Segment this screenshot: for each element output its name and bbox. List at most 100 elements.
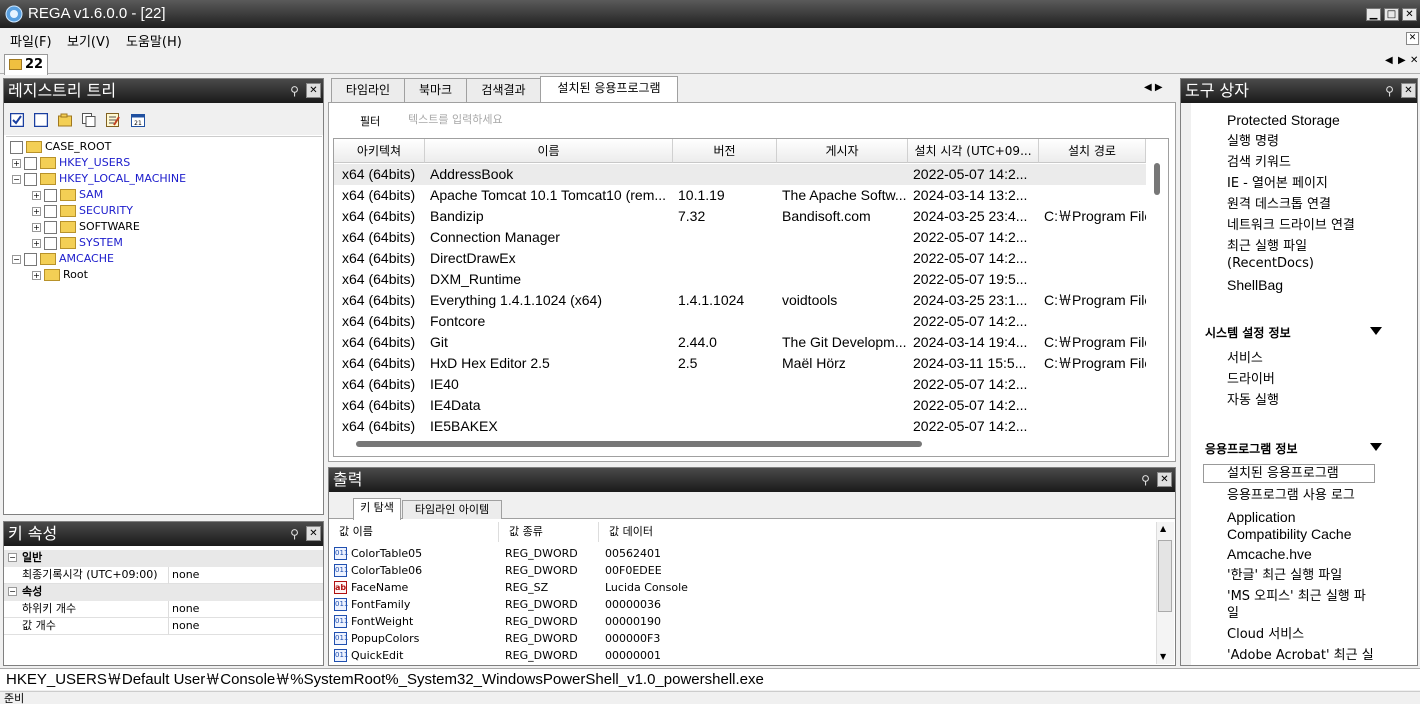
output-row[interactable]: 011 PopupColors REG_DWORD 000000F3 <box>333 630 1153 647</box>
tab-installed-apps[interactable]: 설치된 응용프로그램 <box>540 76 678 103</box>
tab-scroll-right-icon[interactable]: ▶ <box>1398 55 1406 66</box>
grid-column-header[interactable]: 버전 <box>673 139 777 163</box>
grid-column-header[interactable]: 게시자 <box>777 139 908 163</box>
grid-column-header[interactable]: 아키텍쳐 <box>334 139 425 163</box>
output-row[interactable]: 011 ColorTable05 REG_DWORD 00562401 <box>333 545 1153 562</box>
property-section-attributes[interactable]: − 속성 <box>4 584 323 601</box>
toolbox-item[interactable]: 자동 실행 <box>1227 392 1377 409</box>
grid-row[interactable]: x64 (64bits) DirectDrawEx 2022-05-07 14:2.… <box>334 248 1146 269</box>
pin-icon[interactable]: ⚲ <box>1382 84 1397 98</box>
toolbox-item[interactable]: IE - 열어본 페이지 <box>1227 175 1377 192</box>
grid-row[interactable]: x64 (64bits) Git 2.44.0 The Git Developm...… <box>334 332 1146 353</box>
close-window-button[interactable]: ✕ <box>1402 8 1417 21</box>
grid-column-header[interactable]: 설치 경로 <box>1039 139 1146 163</box>
toolbox-section-apps[interactable]: 응용프로그램 정보 <box>1205 440 1382 457</box>
toolbox-item[interactable]: 서비스 <box>1227 350 1377 367</box>
toolbox-item[interactable]: 검색 키워드 <box>1227 154 1377 171</box>
scroll-up-icon[interactable]: ▲ <box>1160 524 1166 533</box>
toolbox-item[interactable]: 네트워크 드라이브 연결 <box>1227 217 1377 234</box>
edit-note-icon[interactable] <box>106 113 120 127</box>
grid-row[interactable]: x64 (64bits) IE4Data 2022-05-07 14:2... <box>334 395 1146 416</box>
output-row[interactable]: 011 QuickEdit REG_DWORD 00000001 <box>333 647 1153 664</box>
tree-node[interactable]: + SOFTWARE <box>32 219 140 235</box>
output-row[interactable]: ab FaceName REG_SZ Lucida Console <box>333 579 1153 596</box>
close-panel-icon[interactable]: ✕ <box>306 526 321 541</box>
expand-icon[interactable]: + <box>32 270 41 280</box>
expand-icon[interactable]: + <box>12 158 21 168</box>
toolbox-item[interactable]: '한글' 최근 실행 파일 <box>1227 567 1377 584</box>
grid-row[interactable]: x64 (64bits) Fontcore 2022-05-07 14:2... <box>334 311 1146 332</box>
node-checkbox[interactable] <box>24 156 37 170</box>
tree-node[interactable]: − AMCACHE <box>12 251 114 267</box>
tab-key-browse[interactable]: 키 탐색 <box>353 498 401 520</box>
filter-input[interactable] <box>408 109 708 129</box>
collapse-arrow-icon[interactable] <box>1370 327 1382 335</box>
output-row[interactable]: 011 FontFamily REG_DWORD 00000036 <box>333 596 1153 613</box>
collapse-icon[interactable]: − <box>12 174 21 184</box>
toolbox-item[interactable]: 원격 데스크톱 연결 <box>1227 196 1377 213</box>
pin-icon[interactable]: ⚲ <box>287 527 302 541</box>
minimize-button[interactable]: ▁ <box>1366 8 1381 21</box>
tree-node[interactable]: + SECURITY <box>32 203 133 219</box>
tree-node[interactable]: + Root <box>32 267 88 283</box>
tree-node[interactable]: + HKEY_USERS <box>12 155 130 171</box>
toolbox-item[interactable]: 실행 명령 <box>1227 133 1377 150</box>
collapse-arrow-icon[interactable] <box>1370 443 1382 451</box>
expand-icon[interactable]: + <box>32 238 41 248</box>
close-document-icon[interactable]: ✕ <box>1406 32 1419 45</box>
property-row[interactable]: 최종기록시각 (UTC+09:00) none <box>4 567 323 584</box>
collapse-icon[interactable]: − <box>8 587 17 596</box>
tree-node[interactable]: + SAM <box>32 187 103 203</box>
expand-icon[interactable]: + <box>32 222 41 232</box>
copy-icon[interactable] <box>82 113 96 127</box>
grid-row[interactable]: x64 (64bits) HxD Hex Editor 2.5 2.5 Maël Hö… <box>334 353 1146 374</box>
close-panel-icon[interactable]: ✕ <box>1401 83 1416 98</box>
toolbox-section-system[interactable]: 시스템 설정 정보 <box>1205 324 1382 341</box>
toolbox-item[interactable]: 'MS 오피스' 최근 실행 파일 <box>1227 588 1377 622</box>
maximize-button[interactable]: □ <box>1384 8 1399 21</box>
expand-icon[interactable]: + <box>32 190 41 200</box>
property-row[interactable]: 하위키 개수 none <box>4 601 323 618</box>
uncheck-all-icon[interactable] <box>34 113 48 127</box>
tab-search-results[interactable]: 검색결과 <box>466 78 541 102</box>
collapse-icon[interactable]: − <box>12 254 21 264</box>
node-checkbox[interactable] <box>44 220 57 234</box>
toolbox-item[interactable]: ShellBag <box>1227 277 1377 294</box>
column-value-type[interactable]: 값 종류 <box>499 522 599 542</box>
document-tab[interactable]: 22 <box>4 54 48 75</box>
output-row[interactable]: 011 ColorTable06 REG_DWORD 00F0EDEE <box>333 562 1153 579</box>
grid-column-header[interactable]: 설치 시각 (UTC+09... <box>908 139 1039 163</box>
toolbox-item[interactable]: 설치된 응용프로그램 <box>1203 464 1375 483</box>
node-checkbox[interactable] <box>44 204 57 218</box>
node-checkbox[interactable] <box>24 252 37 266</box>
toolbox-item[interactable]: Application Compatibility Cache <box>1227 509 1377 543</box>
grid-row[interactable]: x64 (64bits) DXM_Runtime 2022-05-07 19:5..… <box>334 269 1146 290</box>
column-value-name[interactable]: 값 이름 <box>329 522 499 542</box>
tree-node[interactable]: CASE_ROOT <box>10 139 111 155</box>
grid-row[interactable]: x64 (64bits) Bandizip 7.32 Bandisoft.com 202… <box>334 206 1146 227</box>
node-checkbox[interactable] <box>44 188 57 202</box>
toolbox-item[interactable]: Amcache.hve <box>1227 546 1377 563</box>
grid-horizontal-scroll-thumb[interactable] <box>356 441 922 447</box>
node-checkbox[interactable] <box>44 236 57 250</box>
output-row[interactable]: 011 FontWeight REG_DWORD 00000190 <box>333 613 1153 630</box>
calendar-icon[interactable]: 21 <box>131 113 145 127</box>
grid-row[interactable]: x64 (64bits) Apache Tomcat 10.1 Tomcat10 … <box>334 185 1146 206</box>
menu-help[interactable]: 도움말(H) <box>126 31 182 50</box>
toolbox-item[interactable]: Protected Storage <box>1227 112 1377 129</box>
menu-file[interactable]: 파일(F) <box>10 31 52 50</box>
scroll-down-icon[interactable]: ▼ <box>1160 652 1166 661</box>
property-section-general[interactable]: − 일반 <box>4 550 323 567</box>
tree-node[interactable]: − HKEY_LOCAL_MACHINE <box>12 171 186 187</box>
node-checkbox[interactable] <box>24 172 37 186</box>
tab-bookmarks[interactable]: 북마크 <box>404 78 467 102</box>
toolbox-item[interactable]: 'Adobe Acrobat' 최근 실 <box>1227 647 1377 664</box>
close-tab-icon[interactable]: ✕ <box>1410 55 1418 66</box>
open-folder-icon[interactable] <box>58 113 72 127</box>
menu-view[interactable]: 보기(V) <box>67 31 110 50</box>
column-value-data[interactable]: 값 데이터 <box>599 522 1149 542</box>
grid-column-header[interactable]: 이름 <box>425 139 673 163</box>
tab-scroll-icon[interactable]: ◀ ▶ <box>1144 82 1163 93</box>
toolbox-item[interactable]: 응용프로그램 사용 로그 <box>1227 487 1377 504</box>
grid-row[interactable]: x64 (64bits) Connection Manager 2022-05-07… <box>334 227 1146 248</box>
